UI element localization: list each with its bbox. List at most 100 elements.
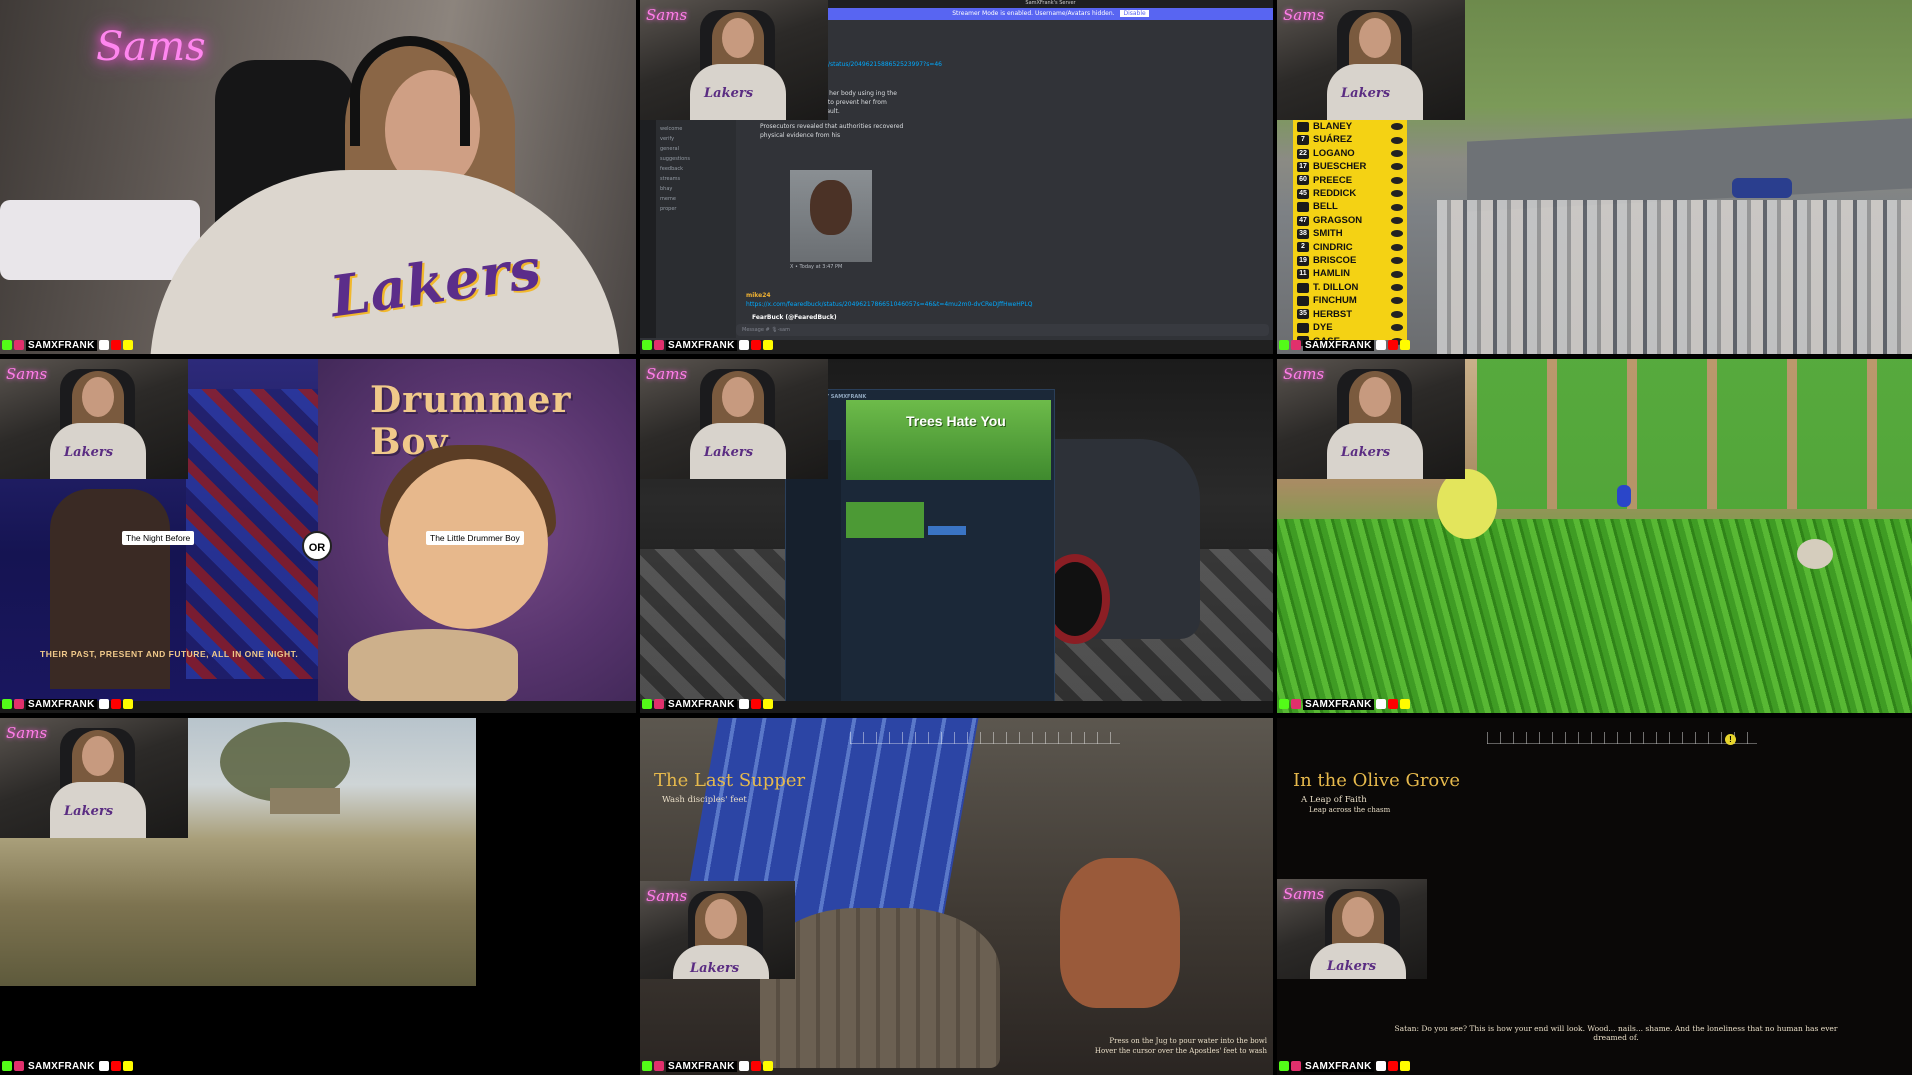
car-number: 22 (1297, 148, 1309, 159)
clay-jug[interactable] (1060, 858, 1180, 1008)
snapchat-icon (122, 699, 133, 709)
social-handle-bar: SAMXFRANK (2, 697, 133, 711)
instagram-icon (14, 1061, 24, 1071)
quest-objective: A Leap of Faith (1301, 795, 1367, 805)
race-leaderboard: BLANEY 7 SUÁREZ 22 LOGANO 17 BUESCHER 60 PREECE 4… (1293, 118, 1407, 347)
social-handle-bar: SAMXFRANK (2, 338, 133, 352)
leaderboard-row: 45 REDDICK (1297, 187, 1403, 200)
car-number: 11 (1297, 269, 1309, 280)
stream-tile-outdoor[interactable]: Lakers Sams SAMXFRANK (0, 718, 636, 1075)
add-to-cart-button[interactable] (928, 526, 966, 535)
stream-tile-webcam[interactable]: Sams Lakers SAMXFRANK (0, 0, 636, 354)
steam-library-sidebar[interactable] (786, 440, 841, 706)
social-handle-bar: SAMXFRANK (1279, 1059, 1410, 1073)
instagram-icon (654, 1061, 664, 1071)
compass-bar (850, 732, 1120, 744)
driver-name: SUÁREZ (1313, 134, 1353, 146)
x-icon (98, 1061, 109, 1071)
player-character (1617, 485, 1631, 507)
channel-item[interactable]: streams (660, 174, 732, 184)
channel-item[interactable]: feedback (660, 164, 732, 174)
quest-sub-objective: Leap across the chasm (1309, 806, 1391, 814)
car-number: 38 (1297, 228, 1309, 239)
car-number: 19 (1297, 255, 1309, 266)
channel-item[interactable]: bhay (660, 184, 732, 194)
youtube-icon (110, 1061, 121, 1071)
tweet-link[interactable]: /status/2049621588652523997?s=46 (828, 60, 1261, 69)
game-capsule[interactable] (846, 502, 924, 538)
hoodie-logo: Lakers (1341, 445, 1391, 460)
server-list[interactable] (640, 120, 656, 338)
embed-image[interactable] (790, 170, 872, 262)
manufacturer-icon (1391, 190, 1403, 198)
driver-name: DYE (1313, 322, 1333, 334)
channel-item[interactable]: general (660, 144, 732, 154)
instagram-icon (14, 340, 24, 350)
manufacturer-icon (1391, 150, 1403, 158)
driver-name: CINDRIC (1313, 241, 1353, 253)
option-a-label[interactable]: The Night Before (122, 531, 195, 545)
manufacturer-icon (1391, 257, 1403, 265)
hint-line: Hover the cursor over the Apostles' feet… (1094, 1047, 1267, 1055)
message-input[interactable]: Message # 🎙-sam (736, 324, 1269, 336)
manufacturer-icon (1391, 297, 1403, 305)
disable-button[interactable]: Disable (1120, 10, 1149, 17)
channel-list[interactable]: welcome verify general suggestions feedb… (656, 120, 736, 338)
stained-glass (186, 389, 318, 679)
stream-tile-olive-grove[interactable]: ! In the Olive Grove A Leap of Faith Lea… (1277, 718, 1912, 1075)
option-b-label[interactable]: The Little Drummer Boy (426, 531, 524, 545)
leaderboard-row: BELL (1297, 200, 1403, 213)
car-number: 7 (1297, 135, 1309, 146)
race-car (1732, 178, 1792, 198)
stream-tile-race[interactable]: BLANEY 7 SUÁREZ 22 LOGANO 17 BUESCHER 60 PREECE 4… (1277, 0, 1912, 354)
quest-title: The Last Supper (654, 770, 806, 791)
manufacturer-icon (1391, 123, 1403, 131)
driver-name: SMITH (1313, 228, 1343, 240)
youtube-icon (1387, 1061, 1398, 1071)
channel-item[interactable]: suggestions (660, 154, 732, 164)
social-handle-bar: SAMXFRANK (1279, 697, 1410, 711)
message-link[interactable]: https://x.com/fearedbuck/status/20496217… (746, 301, 1166, 308)
hint-line: Press on the Jug to pour water into the … (1109, 1037, 1267, 1045)
x-icon (1375, 699, 1386, 709)
instagram-icon (654, 699, 664, 709)
stone-ruin (270, 788, 340, 814)
channel-item[interactable]: verify (660, 134, 732, 144)
x-icon (1375, 340, 1386, 350)
stream-tile-steam[interactable]: COMMUNITY SAMXFRANK Trees Hate You Laker… (640, 359, 1273, 713)
handle-text: SAMXFRANK (26, 698, 97, 710)
hoodie-logo: Lakers (64, 445, 114, 460)
hoodie-logo: Lakers (704, 86, 754, 101)
neon-sign: Sams (646, 887, 688, 905)
car-number (1297, 295, 1309, 306)
stream-tile-platformer[interactable]: Lakers Sams SAMXFRANK (1277, 359, 1912, 713)
manufacturer-icon (1391, 324, 1403, 332)
stream-tile-movie-poll[interactable]: The Night Before THEIR PAST, PRESENT AND… (0, 359, 636, 713)
message-author[interactable]: mike24 (746, 292, 771, 299)
snapchat-icon (762, 340, 773, 350)
stream-tile-discord[interactable]: SamXFrank's Server Streamer Mode is enab… (640, 0, 1273, 354)
game-banner[interactable]: Trees Hate You (846, 400, 1051, 480)
handle-text: SAMXFRANK (26, 1060, 97, 1072)
car-number: 60 (1297, 175, 1309, 186)
driver-name: BRISCOE (1313, 255, 1357, 267)
bed (0, 200, 200, 280)
handle-text: SAMXFRANK (666, 698, 737, 710)
youtube-icon (750, 340, 761, 350)
channel-item[interactable]: welcome (660, 124, 732, 134)
car-number (1297, 282, 1309, 293)
wooden-bowl[interactable] (760, 908, 1000, 1068)
stream-tile-last-supper[interactable]: The Last Supper Wash disciples' feet Pre… (640, 718, 1273, 1075)
manufacturer-icon (1391, 284, 1403, 292)
driver-name: REDDICK (1313, 188, 1357, 200)
car-number (1297, 322, 1309, 333)
channel-item[interactable]: meme (660, 194, 732, 204)
drummer-boy-poster[interactable]: Drummer Boy The Little Drummer Boy (318, 359, 636, 713)
channel-item[interactable]: proper (660, 204, 732, 214)
quest-objective: Wash disciples' feet (662, 795, 747, 805)
headset-icon (350, 36, 470, 146)
manufacturer-icon (1391, 136, 1403, 144)
x-icon (98, 699, 109, 709)
game-title: Trees Hate You (906, 413, 1006, 429)
snapchat-icon (1399, 1061, 1410, 1071)
